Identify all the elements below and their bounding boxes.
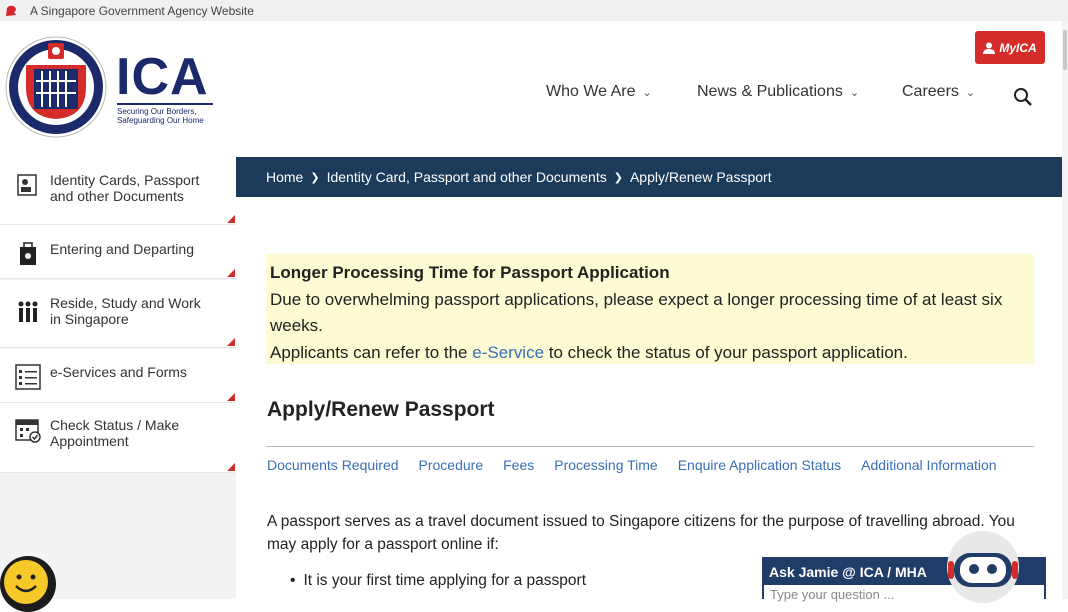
notice-banner: Longer Processing Time for Passport Appl… — [266, 254, 1034, 364]
breadcrumb: Home ❯ Identity Card, Passport and other… — [236, 157, 1066, 197]
person-icon — [983, 42, 996, 54]
myica-button[interactable]: MyICA — [975, 31, 1045, 64]
lion-head-icon — [6, 5, 16, 16]
sidebar-item-entering-departing[interactable]: Entering and Departing — [0, 225, 236, 279]
corner-marker — [227, 215, 235, 223]
divider — [266, 446, 1034, 447]
chevron-down-icon: ⌄ — [642, 86, 652, 99]
corner-marker — [227, 269, 235, 277]
sidebar-item-label: Reside, Study and Work in Singapore — [50, 295, 225, 327]
ica-crest-logo[interactable] — [4, 35, 108, 139]
chevron-right-icon: ❯ — [613, 171, 623, 184]
feedback-smiley-button[interactable] — [0, 556, 56, 612]
list-item: It is your first time applying for a pas… — [290, 572, 586, 590]
section-tabs: Documents Required Procedure Fees Proces… — [267, 457, 1017, 473]
tab-additional-information[interactable]: Additional Information — [861, 457, 996, 473]
notice-text: to check the status of your passport app… — [544, 342, 908, 362]
sidebar-item-check-status[interactable]: Check Status / Make Appointment — [0, 403, 236, 473]
intro-line-1: A passport serves as a travel document i… — [267, 513, 1015, 530]
scrollbar[interactable] — [1062, 21, 1068, 599]
sidebar-item-label-line: and other Documents — [50, 188, 184, 204]
masthead-text: A Singapore Government Agency Website — [30, 3, 254, 18]
nav-careers[interactable]: Careers ⌄ — [902, 83, 975, 101]
scrollbar-thumb[interactable] — [1063, 30, 1067, 70]
nav-label: Careers — [902, 83, 959, 100]
sidebar-item-label-line: Entering and Departing — [50, 241, 194, 257]
chat-title: Ask Jamie @ ICA / MHA — [769, 564, 927, 580]
sidebar-item-label-line: Appointment — [50, 433, 129, 449]
gov-masthead: A Singapore Government Agency Website — [0, 0, 1068, 21]
brand-tagline: Securing Our Borders, Safeguarding Our H… — [117, 107, 227, 125]
calendar-check-icon — [15, 419, 41, 443]
smiley-face-icon — [4, 560, 48, 604]
eservice-link[interactable]: e-Service — [472, 343, 544, 362]
chevron-down-icon: ⌄ — [849, 86, 860, 99]
wordmark-rule — [117, 103, 213, 105]
sidebar-item-label: Identity Cards, Passport and other Docum… — [50, 172, 225, 204]
sidebar-item-label-line: Identity Cards, Passport — [50, 172, 200, 188]
luggage-icon — [20, 242, 36, 265]
intro-paragraph: A passport serves as a travel document i… — [267, 510, 1037, 556]
sidebar-item-identity-cards[interactable]: Identity Cards, Passport and other Docum… — [0, 157, 236, 225]
breadcrumb-identity-card[interactable]: Identity Card, Passport and other Docume… — [327, 169, 607, 185]
people-icon — [18, 301, 38, 322]
id-card-icon — [17, 174, 37, 196]
tab-documents-required[interactable]: Documents Required — [267, 457, 399, 473]
breadcrumb-home[interactable]: Home — [266, 169, 303, 185]
tab-procedure[interactable]: Procedure — [419, 457, 484, 473]
tagline-line-1: Securing Our Borders, — [117, 107, 197, 116]
sidebar-item-label: Check Status / Make Appointment — [50, 417, 225, 449]
sidebar-item-eservices-forms[interactable]: e-Services and Forms — [0, 349, 236, 403]
breadcrumb-current: Apply/Renew Passport — [629, 169, 772, 185]
notice-title: Longer Processing Time for Passport Appl… — [270, 263, 670, 282]
tab-processing-time[interactable]: Processing Time — [554, 457, 657, 473]
sidebar-item-label: e-Services and Forms — [50, 364, 225, 380]
tab-fees[interactable]: Fees — [503, 457, 534, 473]
notice-line-1: Due to overwhelming passport application… — [270, 289, 1003, 309]
sidebar-item-reside-study-work[interactable]: Reside, Study and Work in Singapore — [0, 280, 236, 348]
myica-label: MyICA — [999, 40, 1037, 55]
notice-line-3: Applicants can refer to the e-Service to… — [270, 340, 1030, 367]
page-title: Apply/Renew Passport — [267, 398, 495, 421]
notice-line-2: weeks. — [270, 316, 323, 335]
nav-who-we-are[interactable]: Who We Are ⌄ — [546, 83, 652, 101]
chevron-right-icon: ❯ — [310, 171, 320, 184]
chevron-down-icon: ⌄ — [965, 86, 976, 99]
search-icon[interactable] — [1013, 87, 1033, 107]
nav-label: News & Publications — [697, 83, 843, 100]
ica-wordmark: ICA — [116, 48, 209, 106]
sidebar-item-label: Entering and Departing — [50, 241, 225, 257]
nav-label: Who We Are — [546, 83, 636, 100]
corner-marker — [227, 393, 235, 401]
nav-news-publications[interactable]: News & Publications ⌄ — [697, 83, 859, 101]
intro-line-2: may apply for a passport online if: — [267, 536, 499, 553]
corner-marker — [227, 463, 235, 471]
tab-enquire-application-status[interactable]: Enquire Application Status — [678, 457, 841, 473]
notice-text: Applicants can refer to the — [270, 342, 473, 362]
corner-marker — [227, 338, 235, 346]
form-list-icon — [15, 364, 41, 390]
site-header: ICA Securing Our Borders, Safeguarding O… — [0, 21, 1068, 157]
tagline-line-2: Safeguarding Our Home — [117, 116, 204, 125]
sidebar-item-label-line: in Singapore — [50, 311, 129, 327]
sidebar-item-label-line: Reside, Study and Work — [50, 295, 201, 311]
chatbot-avatar-icon[interactable] — [940, 527, 1026, 603]
sidebar-item-label-line: e-Services and Forms — [50, 364, 187, 380]
sidebar-item-label-line: Check Status / Make — [50, 417, 180, 433]
